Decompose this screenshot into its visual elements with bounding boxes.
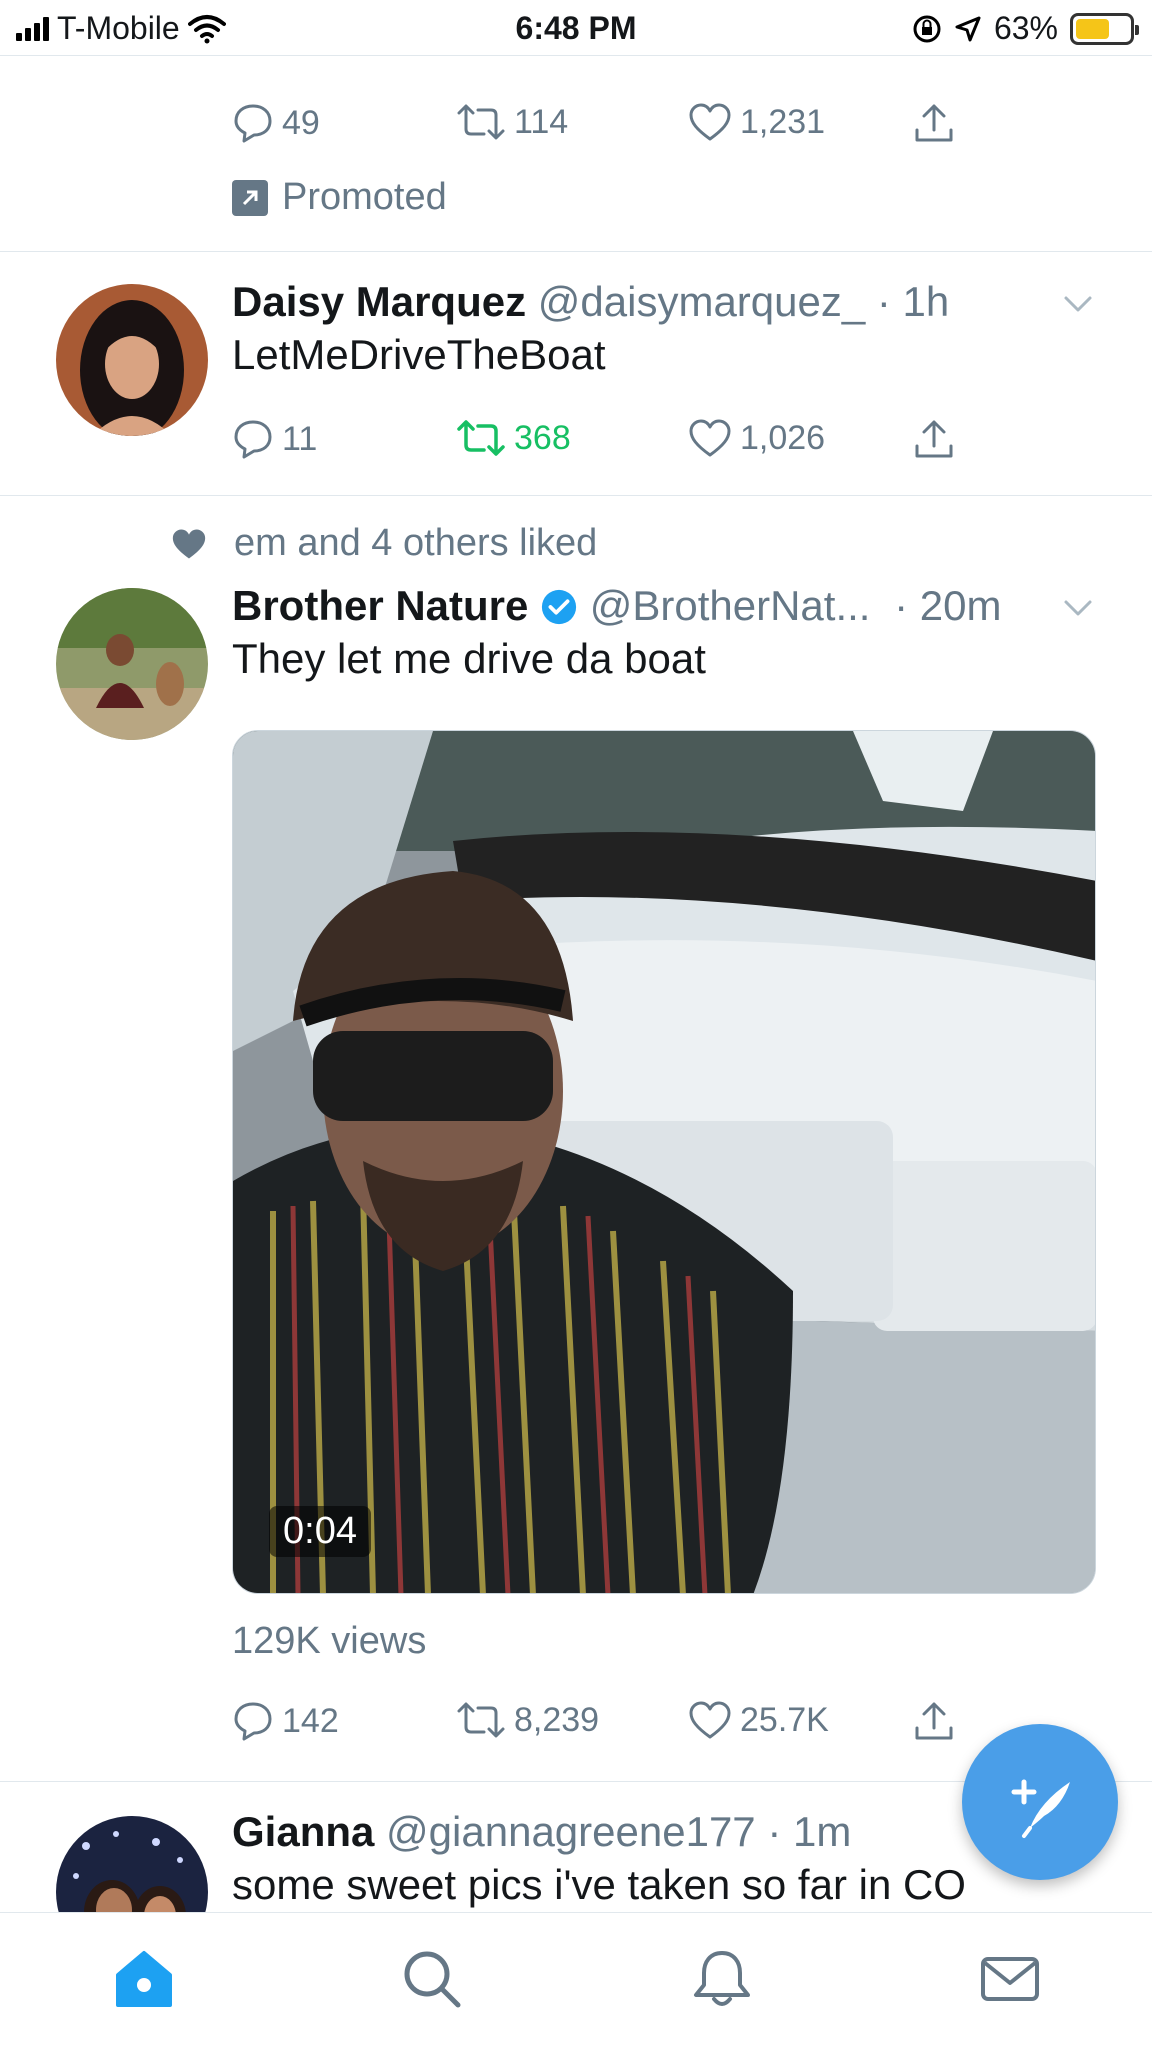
author-handle[interactable]: @daisymarquez_ [538, 278, 865, 325]
reply-icon [234, 420, 272, 459]
chevron-down-icon[interactable] [1060, 590, 1096, 626]
like-button[interactable]: 25.7K [688, 1700, 829, 1740]
tweet-actions: 11 368 1,026 [232, 418, 1012, 474]
share-button[interactable] [912, 418, 956, 462]
like-button[interactable]: 1,231 [688, 102, 825, 142]
tweet-text: some sweet pics i've taken so far in CO [232, 1861, 966, 1908]
tab-bar [0, 1912, 1152, 2048]
search-icon [404, 1951, 461, 2008]
battery-percent: 63% [993, 10, 1058, 46]
promoted-icon [232, 179, 268, 216]
tab-notifications[interactable] [690, 1947, 754, 2011]
retweet-icon [457, 420, 505, 456]
tab-home[interactable] [112, 1947, 176, 2011]
tweet-actions: 49 114 1,231 [232, 102, 1012, 158]
compose-tweet-button[interactable] [962, 1724, 1118, 1880]
tweet-text: They let me drive da boat [232, 635, 706, 682]
video-thumbnail [233, 731, 1095, 1593]
share-icon [915, 1702, 953, 1740]
like-icon [689, 1701, 731, 1739]
tweet-time: · 1m [767, 1808, 852, 1855]
tweet-daisy-marquez[interactable]: Daisy Marquez @daisymarquez_ · 1h LetMeD… [0, 252, 1152, 496]
tab-messages[interactable] [978, 1947, 1042, 2011]
avatar[interactable] [56, 1816, 208, 1912]
author-name[interactable]: Brother Nature [232, 582, 528, 629]
retweet-icon [457, 104, 505, 140]
author-handle[interactable]: @BrotherNat... [590, 582, 871, 629]
like-icon [689, 419, 731, 457]
like-icon [689, 103, 731, 141]
retweet-button[interactable]: 8,239 [456, 1700, 599, 1740]
chevron-down-icon[interactable] [1060, 286, 1096, 322]
battery-icon [1070, 12, 1139, 45]
location-icon [955, 16, 981, 41]
notifications-icon [694, 1951, 750, 2006]
tweet-time: · 1h [876, 278, 950, 325]
reply-icon [234, 1702, 272, 1741]
reply-button[interactable]: 142 [232, 1700, 339, 1742]
promoted-tweet[interactable]: 49 114 1,231 Promoted [0, 56, 1152, 252]
retweet-icon [457, 1702, 505, 1738]
avatar[interactable] [56, 284, 208, 436]
status-bar: T-Mobile 6:48 PM 63% [0, 0, 1152, 56]
share-button[interactable] [912, 102, 956, 146]
heart-filled-icon [172, 529, 206, 558]
tweet-time: · 20m [894, 582, 1002, 629]
verified-badge-icon [541, 589, 577, 625]
video-player[interactable]: 0:04 [232, 730, 1096, 1594]
reply-button[interactable]: 11 [232, 418, 317, 460]
retweet-button[interactable]: 368 [456, 418, 571, 458]
tab-search[interactable] [400, 1947, 464, 2011]
compose-tweet-icon [1011, 1779, 1070, 1838]
tweet-text: LetMeDriveTheBoat [232, 331, 606, 378]
author-name[interactable]: Gianna [232, 1808, 374, 1855]
view-count: 129K views [232, 1620, 427, 1662]
author-handle[interactable]: @giannagreene177 [386, 1808, 756, 1855]
video-duration: 0:04 [269, 1506, 371, 1557]
share-icon [915, 104, 953, 142]
reply-button[interactable]: 49 [232, 102, 320, 144]
tweet-brother-nature[interactable]: em and 4 others liked Brother Nature @Br… [0, 496, 1152, 1782]
author-name[interactable]: Daisy Marquez [232, 278, 526, 325]
home-icon [116, 1951, 172, 2007]
promoted-label: Promoted [232, 176, 447, 219]
tweet-actions: 142 8,239 25.7K [232, 1700, 1012, 1756]
share-icon [915, 420, 953, 458]
reply-icon [234, 104, 272, 143]
avatar[interactable] [56, 588, 208, 740]
social-context: em and 4 others liked [170, 522, 597, 565]
retweet-button[interactable]: 114 [456, 102, 568, 142]
orientation-lock-icon [913, 15, 941, 42]
like-button[interactable]: 1,026 [688, 418, 825, 458]
messages-icon [981, 1957, 1039, 2001]
share-button[interactable] [912, 1700, 956, 1744]
